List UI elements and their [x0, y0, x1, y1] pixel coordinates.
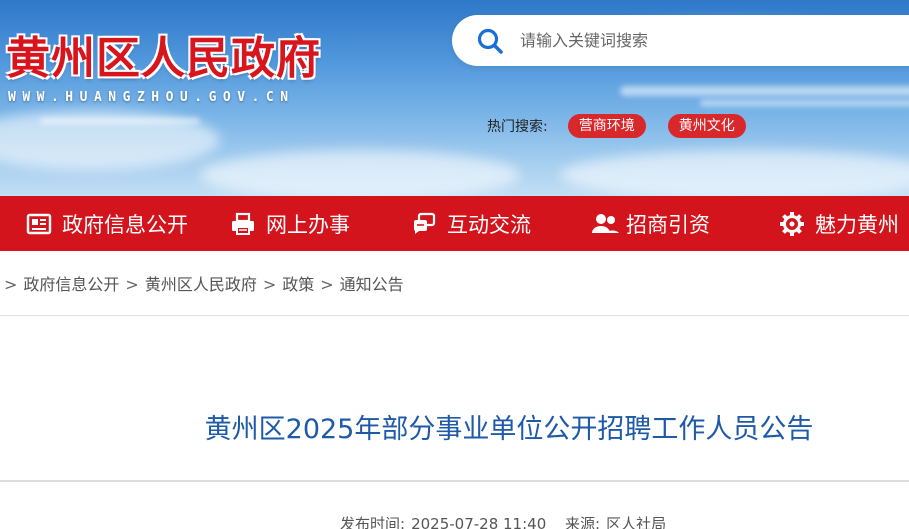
breadcrumb: > 政府信息公开 > 黄州区人民政府 > 政策 > 通知公告: [0, 271, 404, 295]
nav-item-gov-info[interactable]: 政府信息公开: [26, 196, 188, 251]
article-meta: 发布时间: 2025-07-28 11:40 来源: 区人社局: [340, 513, 672, 529]
main-nav: 政府信息公开 网上办事 互动交流 招商引资 魅力黄州: [0, 196, 909, 251]
nav-label: 招商引资: [626, 212, 710, 237]
hot-tag-business-environment[interactable]: 营商环境: [567, 114, 646, 138]
breadcrumb-item-district-gov[interactable]: 黄州区人民政府: [145, 275, 257, 294]
hot-search-label: 热门搜索:: [487, 119, 548, 135]
publish-time: 2025-07-28 11:40: [411, 515, 547, 529]
breadcrumb-item-policy[interactable]: 政策: [282, 275, 314, 294]
breadcrumb-item-notices[interactable]: 通知公告: [340, 275, 404, 294]
site-title[interactable]: 黄州区人民政府: [6, 22, 321, 86]
nav-label: 政府信息公开: [62, 212, 188, 237]
breadcrumb-divider: [0, 315, 909, 316]
nav-label: 魅力黄州: [815, 212, 899, 237]
publish-time-label: 发布时间:: [340, 515, 406, 529]
nav-item-online-services[interactable]: 网上办事: [230, 196, 350, 251]
breadcrumb-item-gov-info[interactable]: 政府信息公开: [23, 275, 119, 294]
document-icon: [26, 211, 52, 237]
nav-item-investment[interactable]: 招商引资: [590, 196, 710, 251]
nav-item-interaction[interactable]: 互动交流: [411, 196, 531, 251]
breadcrumb-separator: >: [4, 275, 18, 294]
nav-item-charm-huangzhou[interactable]: 魅力黄州: [779, 196, 899, 251]
chat-icon: [411, 211, 437, 237]
gear-icon: [779, 211, 805, 237]
article-title: 黄州区2025年部分事业单位公开招聘工作人员公告: [204, 414, 814, 445]
title-divider: [0, 480, 909, 482]
header-banner: 黄州区人民政府 WWW.HUANGZHOU.GOV.CN 热门搜索: 营商环境 …: [0, 0, 909, 196]
source-label: 来源:: [565, 515, 601, 529]
printer-icon: [230, 211, 256, 237]
breadcrumb-separator: >: [262, 275, 277, 294]
hot-tag-huangzhou-culture[interactable]: 黄州文化: [667, 114, 746, 138]
source-value: 区人社局: [606, 515, 667, 529]
hot-search: 热门搜索: 营商环境 黄州文化: [487, 114, 768, 138]
breadcrumb-separator: >: [125, 275, 139, 294]
breadcrumb-separator: >: [320, 275, 334, 294]
nav-label: 网上办事: [266, 212, 350, 237]
site-url: WWW.HUANGZHOU.GOV.CN: [8, 90, 295, 105]
search-box: [452, 15, 909, 66]
search-input[interactable]: [520, 20, 880, 61]
people-icon: [590, 211, 619, 237]
nav-label: 互动交流: [447, 212, 531, 237]
search-icon[interactable]: [476, 27, 504, 55]
